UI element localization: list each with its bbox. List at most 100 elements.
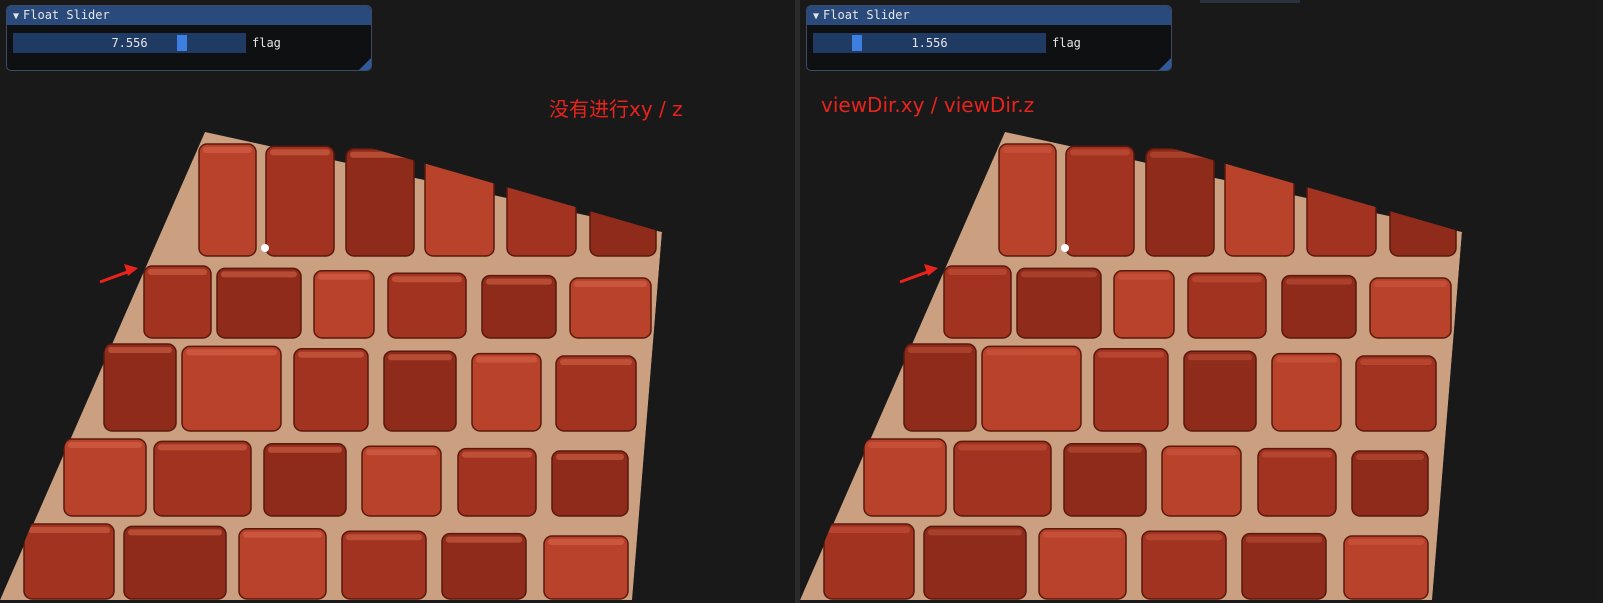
brick — [1141, 530, 1227, 600]
brick-highlight — [1098, 351, 1164, 358]
brick-highlight — [366, 449, 437, 456]
annotation-text: viewDir.xy / viewDir.z — [821, 93, 1035, 117]
partial-window-edge — [1200, 0, 1300, 3]
brick — [1093, 348, 1169, 432]
brick — [1343, 535, 1429, 600]
brick-highlight — [986, 349, 1077, 356]
brick — [345, 148, 415, 257]
brick — [1063, 443, 1147, 517]
brick-highlight — [828, 527, 910, 533]
brick — [198, 143, 257, 257]
brick-highlight — [1070, 149, 1130, 156]
brick — [1161, 445, 1242, 517]
brick — [313, 270, 375, 339]
brick-highlight — [388, 354, 452, 361]
resize-grip[interactable] — [359, 58, 371, 70]
brick — [1241, 532, 1327, 600]
brick-highlight — [928, 529, 1022, 536]
white-dot-icon — [1061, 244, 1069, 252]
brick — [1355, 355, 1437, 432]
brick-scene-right — [800, 100, 1500, 603]
brick — [923, 525, 1027, 600]
brick — [1016, 267, 1102, 339]
brick-highlight — [548, 539, 624, 545]
brick-highlight — [446, 536, 522, 543]
brick-highlight — [1360, 359, 1432, 365]
slider-label: flag — [1052, 36, 1081, 50]
window-titlebar[interactable]: ▼ Float Slider — [807, 6, 1171, 25]
brick — [341, 530, 427, 600]
brick-highlight — [1262, 451, 1332, 458]
brick-highlight — [574, 281, 647, 287]
brick — [555, 355, 637, 432]
brick-highlight — [560, 359, 632, 365]
brick — [263, 443, 347, 517]
brick — [181, 345, 282, 432]
brick-highlight — [1348, 539, 1424, 545]
window-title: Float Slider — [823, 8, 910, 22]
brick-highlight — [270, 149, 330, 156]
window-titlebar[interactable]: ▼ Float Slider — [7, 6, 371, 25]
brick-highlight — [1276, 356, 1337, 363]
collapse-triangle-icon[interactable]: ▼ — [813, 11, 819, 22]
brick — [998, 143, 1057, 257]
brick-highlight — [948, 269, 1007, 275]
brick — [1113, 270, 1175, 339]
brick — [953, 440, 1052, 517]
brick-highlight — [486, 278, 552, 285]
brick — [23, 523, 115, 600]
brick-highlight — [128, 529, 222, 536]
brick-highlight — [186, 349, 277, 356]
resize-grip[interactable] — [1159, 58, 1171, 70]
brick-highlight — [556, 454, 624, 460]
white-dot-icon — [261, 244, 269, 252]
flag-slider[interactable]: 1.556 — [813, 33, 1046, 53]
brick — [1187, 272, 1267, 339]
brick — [1281, 274, 1357, 339]
float-slider-window[interactable]: ▼ Float Slider 1.556 flag — [806, 5, 1172, 71]
brick — [863, 438, 947, 517]
brick-highlight — [108, 347, 172, 353]
slider-value: 7.556 — [111, 36, 148, 50]
flag-slider[interactable]: 7.556 — [13, 33, 246, 53]
brick — [143, 265, 212, 339]
brick — [265, 145, 335, 257]
brick-highlight — [462, 451, 532, 458]
brick — [1145, 148, 1215, 257]
brick — [981, 345, 1082, 432]
brick-highlight — [298, 351, 364, 358]
collapse-triangle-icon[interactable]: ▼ — [13, 11, 19, 22]
slider-value: 1.556 — [911, 36, 948, 50]
brick-highlight — [1374, 281, 1447, 287]
brick-highlight — [68, 442, 142, 448]
brick-highlight — [1166, 449, 1237, 456]
brick-highlight — [1003, 147, 1052, 153]
brick-highlight — [1286, 278, 1352, 285]
brick — [103, 343, 177, 432]
brick-highlight — [1192, 276, 1262, 283]
brick — [216, 267, 302, 339]
brick — [1038, 528, 1127, 600]
brick-highlight — [28, 527, 110, 533]
render-view-right: ▼ Float Slider 1.556 flag viewDir.xy / vi… — [800, 0, 1595, 603]
brick — [123, 525, 227, 600]
brick — [387, 272, 467, 339]
brick-highlight — [1146, 534, 1222, 541]
render-view-left: ▼ Float Slider 7.556 flag 没有进行xy / z — [0, 0, 795, 603]
slider-label: flag — [252, 36, 281, 50]
brick-highlight — [1043, 531, 1122, 538]
brick — [441, 532, 527, 600]
brick — [383, 350, 457, 432]
brick-highlight — [1118, 273, 1170, 280]
brick — [1183, 350, 1257, 432]
brick — [481, 274, 557, 339]
brick — [823, 523, 915, 600]
brick — [63, 438, 147, 517]
float-slider-window[interactable]: ▼ Float Slider 7.556 flag — [6, 5, 372, 71]
brick — [551, 450, 629, 517]
brick — [238, 528, 327, 600]
window-title: Float Slider — [23, 8, 110, 22]
brick-highlight — [1068, 446, 1142, 453]
brick-highlight — [908, 347, 972, 353]
brick — [361, 445, 442, 517]
